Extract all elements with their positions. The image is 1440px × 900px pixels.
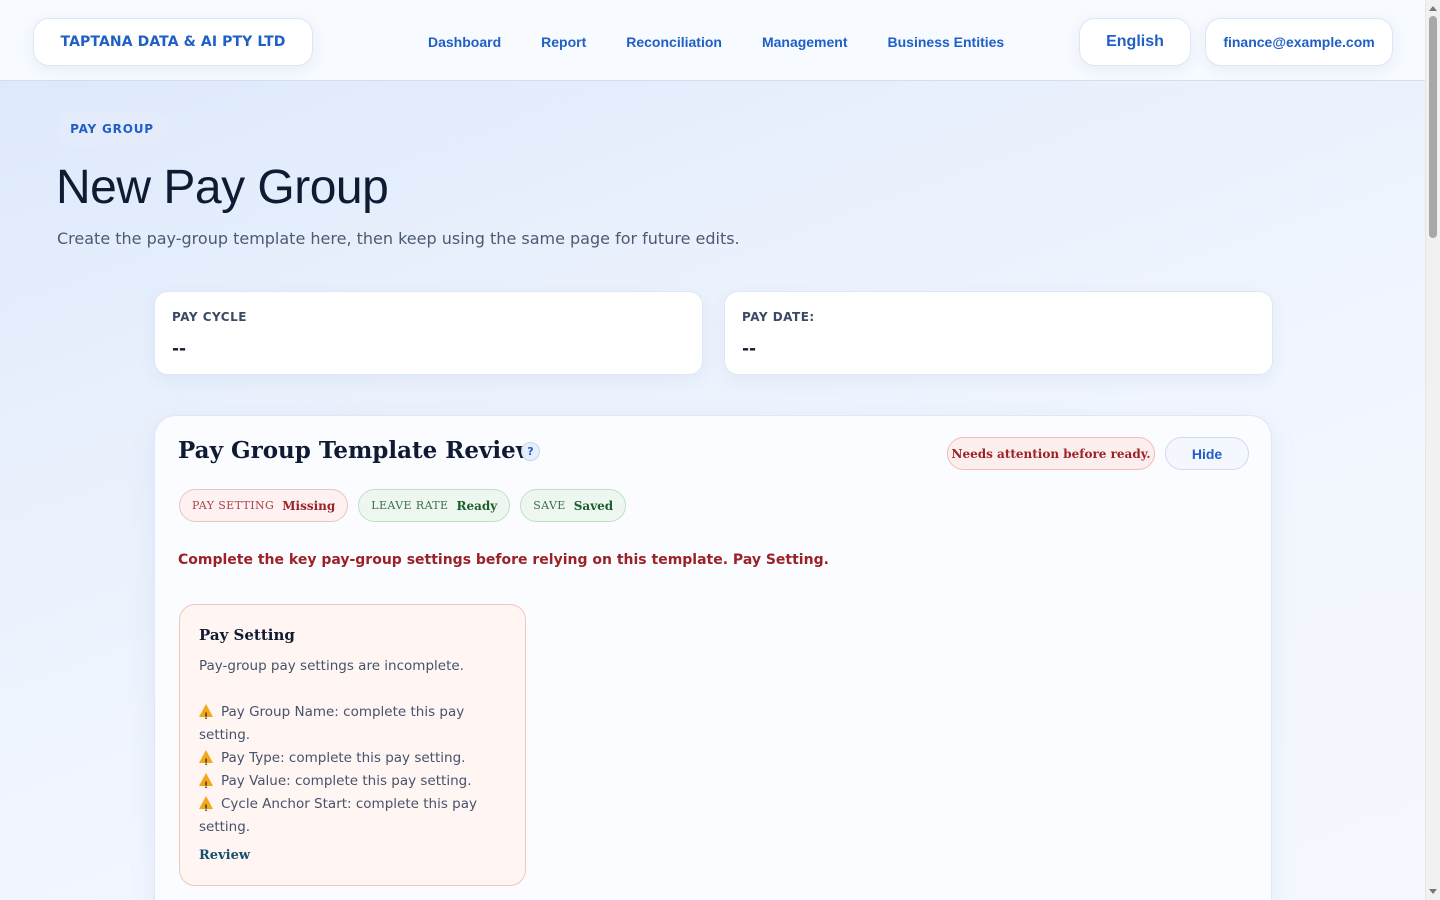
top-navigation-bar: TAPTANA DATA & AI PTY LTD Dashboard Repo… [0, 0, 1425, 81]
help-icon[interactable]: ? [521, 442, 540, 461]
list-item: Pay Value: complete this pay setting. [199, 770, 499, 798]
chip-save: SAVE Saved [520, 489, 627, 522]
status-chips: PAY SETTING Missing LEAVE RATE Ready SAV… [179, 489, 627, 522]
nav-dashboard[interactable]: Dashboard [428, 34, 501, 50]
list-item: Pay Type: complete this pay setting. [199, 747, 499, 775]
list-item: Pay Group Name: complete this pay settin… [199, 701, 499, 747]
issue-item-text: Pay Type: complete this pay setting. [221, 750, 466, 766]
scroll-up-arrow-icon[interactable] [1429, 6, 1437, 11]
issue-item-text: Pay Value: complete this pay setting. [221, 773, 472, 789]
chip-key: PAY SETTING [192, 499, 275, 512]
review-link[interactable]: Review [199, 848, 250, 863]
page-title: New Pay Group [56, 161, 389, 214]
pay-setting-issue-card: Pay Setting Pay-group pay settings are i… [179, 604, 526, 886]
warning-message: Complete the key pay-group settings befo… [178, 552, 829, 568]
warning-icon [199, 773, 213, 798]
scroll-down-arrow-icon[interactable] [1429, 889, 1437, 894]
chip-pay-setting: PAY SETTING Missing [179, 489, 349, 522]
chip-key: LEAVE RATE [371, 499, 449, 512]
nav-management[interactable]: Management [762, 34, 848, 50]
issue-list: Pay Group Name: complete this pay settin… [199, 701, 499, 839]
status-badge: Needs attention before ready. [947, 437, 1155, 470]
chip-leave-rate: LEAVE RATE Ready [358, 489, 511, 522]
chip-value: Ready [456, 498, 498, 513]
list-item: Cycle Anchor Start: complete this pay se… [199, 793, 499, 839]
pay-cycle-value: -- [172, 339, 187, 359]
nav-business-entities[interactable]: Business Entities [888, 34, 1005, 50]
chip-key: SAVE [533, 499, 566, 512]
section-eyebrow-badge: PAY GROUP [57, 111, 167, 147]
issue-item-text: Pay Group Name: complete this pay settin… [199, 704, 465, 743]
chip-value: Missing [282, 498, 336, 513]
warning-icon [199, 750, 213, 775]
pay-cycle-card: PAY CYCLE -- [154, 291, 703, 375]
nav-reconciliation[interactable]: Reconciliation [626, 34, 722, 50]
user-account-button[interactable]: finance@example.com [1205, 18, 1393, 66]
warning-icon [199, 704, 213, 729]
page-subtitle: Create the pay-group template here, then… [57, 229, 740, 248]
pay-date-label: PAY DATE: [742, 310, 815, 324]
nav-report[interactable]: Report [541, 34, 586, 50]
main-nav: Dashboard Report Reconciliation Manageme… [428, 34, 1004, 50]
issue-title: Pay Setting [199, 626, 295, 644]
pay-cycle-label: PAY CYCLE [172, 310, 247, 324]
pay-date-value: -- [742, 339, 757, 359]
scroll-thumb[interactable] [1429, 16, 1437, 238]
company-switcher-button[interactable]: TAPTANA DATA & AI PTY LTD [33, 18, 313, 66]
warning-icon [199, 796, 213, 821]
hide-button[interactable]: Hide [1165, 437, 1249, 470]
template-review-panel: Pay Group Template Review ? Needs attent… [154, 415, 1272, 900]
review-panel-title: Pay Group Template Review [178, 437, 536, 464]
issue-item-text: Cycle Anchor Start: complete this pay se… [199, 796, 477, 835]
pay-date-card: PAY DATE: -- [724, 291, 1273, 375]
issue-description: Pay-group pay settings are incomplete. [199, 658, 464, 674]
chip-value: Saved [573, 498, 614, 513]
language-button[interactable]: English [1079, 18, 1191, 66]
page-scrollbar[interactable] [1425, 0, 1440, 900]
